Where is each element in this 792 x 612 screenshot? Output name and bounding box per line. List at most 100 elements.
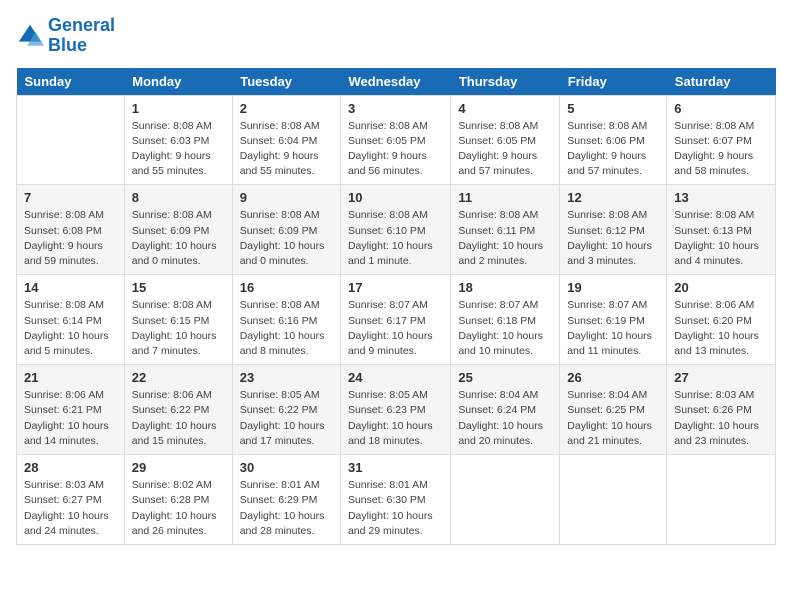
day-info: Sunrise: 8:03 AMSunset: 6:27 PMDaylight:… bbox=[24, 478, 117, 539]
day-number: 15 bbox=[132, 280, 225, 295]
calendar-cell: 5Sunrise: 8:08 AMSunset: 6:06 PMDaylight… bbox=[560, 95, 667, 185]
day-number: 17 bbox=[348, 280, 443, 295]
day-info: Sunrise: 8:05 AMSunset: 6:22 PMDaylight:… bbox=[240, 388, 333, 449]
calendar-cell: 7 Sunrise: 8:08 AMSunset: 6:08 PMDaylight… bbox=[17, 185, 125, 275]
calendar-table: SundayMondayTuesdayWednesdayThursdayFrid… bbox=[16, 68, 776, 545]
day-number: 20 bbox=[674, 280, 768, 295]
weekday-header: Wednesday bbox=[340, 68, 450, 96]
day-number: 7 bbox=[24, 190, 117, 205]
day-info: Sunrise: 8:08 AMSunset: 6:05 PMDaylight:… bbox=[348, 119, 443, 180]
calendar-cell: 27Sunrise: 8:03 AMSunset: 6:26 PMDayligh… bbox=[667, 365, 776, 455]
logo: General Blue bbox=[16, 16, 115, 56]
calendar-cell: 14Sunrise: 8:08 AMSunset: 6:14 PMDayligh… bbox=[17, 275, 125, 365]
calendar-cell: 28 Sunrise: 8:03 AMSunset: 6:27 PMDayligh… bbox=[17, 455, 125, 545]
calendar-cell bbox=[560, 455, 667, 545]
calendar-cell: 31 Sunrise: 8:01 AMSunset: 6:30 PMDayligh… bbox=[340, 455, 450, 545]
day-info: Sunrise: 8:08 AMSunset: 6:14 PMDaylight:… bbox=[24, 298, 117, 359]
day-info: Sunrise: 8:02 AMSunset: 6:28 PMDaylight:… bbox=[132, 478, 225, 539]
day-number: 28 bbox=[24, 460, 117, 475]
day-info: Sunrise: 8:07 AMSunset: 6:19 PMDaylight:… bbox=[567, 298, 659, 359]
day-number: 23 bbox=[240, 370, 333, 385]
day-info: Sunrise: 8:01 AMSunset: 6:30 PMDaylight:… bbox=[348, 478, 443, 539]
calendar-cell: 8 Sunrise: 8:08 AMSunset: 6:09 PMDaylight… bbox=[124, 185, 232, 275]
calendar-cell: 22 Sunrise: 8:06 AMSunset: 6:22 PMDayligh… bbox=[124, 365, 232, 455]
calendar-cell: 11Sunrise: 8:08 AMSunset: 6:11 PMDayligh… bbox=[451, 185, 560, 275]
day-number: 6 bbox=[674, 101, 768, 116]
calendar-cell: 4 Sunrise: 8:08 AMSunset: 6:05 PMDaylight… bbox=[451, 95, 560, 185]
calendar-cell bbox=[667, 455, 776, 545]
day-number: 31 bbox=[348, 460, 443, 475]
day-info: Sunrise: 8:08 AMSunset: 6:09 PMDaylight:… bbox=[240, 208, 333, 269]
day-info: Sunrise: 8:08 AMSunset: 6:12 PMDaylight:… bbox=[567, 208, 659, 269]
day-info: Sunrise: 8:03 AMSunset: 6:26 PMDaylight:… bbox=[674, 388, 768, 449]
header-row: SundayMondayTuesdayWednesdayThursdayFrid… bbox=[17, 68, 776, 96]
day-info: Sunrise: 8:01 AMSunset: 6:29 PMDaylight:… bbox=[240, 478, 333, 539]
calendar-cell: 23 Sunrise: 8:05 AMSunset: 6:22 PMDayligh… bbox=[232, 365, 340, 455]
day-number: 2 bbox=[240, 101, 333, 116]
calendar-cell: 30Sunrise: 8:01 AMSunset: 6:29 PMDayligh… bbox=[232, 455, 340, 545]
day-number: 22 bbox=[132, 370, 225, 385]
weekday-header: Monday bbox=[124, 68, 232, 96]
calendar-week-row: 28 Sunrise: 8:03 AMSunset: 6:27 PMDayligh… bbox=[17, 455, 776, 545]
day-info: Sunrise: 8:08 AMSunset: 6:15 PMDaylight:… bbox=[132, 298, 225, 359]
day-info: Sunrise: 8:08 AMSunset: 6:09 PMDaylight:… bbox=[132, 208, 225, 269]
weekday-header: Tuesday bbox=[232, 68, 340, 96]
calendar-cell: 3 Sunrise: 8:08 AMSunset: 6:05 PMDaylight… bbox=[340, 95, 450, 185]
logo-icon bbox=[16, 22, 44, 50]
day-number: 8 bbox=[132, 190, 225, 205]
calendar-cell: 20 Sunrise: 8:06 AMSunset: 6:20 PMDayligh… bbox=[667, 275, 776, 365]
day-number: 19 bbox=[567, 280, 659, 295]
day-info: Sunrise: 8:08 AMSunset: 6:08 PMDaylight:… bbox=[24, 208, 117, 269]
day-number: 26 bbox=[567, 370, 659, 385]
day-info: Sunrise: 8:07 AMSunset: 6:18 PMDaylight:… bbox=[458, 298, 552, 359]
logo-text: General Blue bbox=[48, 16, 115, 56]
day-number: 4 bbox=[458, 101, 552, 116]
calendar-cell: 24Sunrise: 8:05 AMSunset: 6:23 PMDayligh… bbox=[340, 365, 450, 455]
calendar-cell: 9Sunrise: 8:08 AMSunset: 6:09 PMDaylight… bbox=[232, 185, 340, 275]
day-number: 18 bbox=[458, 280, 552, 295]
calendar-week-row: 21Sunrise: 8:06 AMSunset: 6:21 PMDayligh… bbox=[17, 365, 776, 455]
calendar-week-row: 14Sunrise: 8:08 AMSunset: 6:14 PMDayligh… bbox=[17, 275, 776, 365]
calendar-cell: 19 Sunrise: 8:07 AMSunset: 6:19 PMDayligh… bbox=[560, 275, 667, 365]
calendar-cell bbox=[451, 455, 560, 545]
weekday-header: Saturday bbox=[667, 68, 776, 96]
calendar-cell: 1Sunrise: 8:08 AMSunset: 6:03 PMDaylight… bbox=[124, 95, 232, 185]
day-number: 29 bbox=[132, 460, 225, 475]
day-number: 16 bbox=[240, 280, 333, 295]
calendar-header: SundayMondayTuesdayWednesdayThursdayFrid… bbox=[17, 68, 776, 96]
calendar-cell bbox=[17, 95, 125, 185]
day-number: 25 bbox=[458, 370, 552, 385]
calendar-cell: 26Sunrise: 8:04 AMSunset: 6:25 PMDayligh… bbox=[560, 365, 667, 455]
day-number: 13 bbox=[674, 190, 768, 205]
calendar-cell: 10 Sunrise: 8:08 AMSunset: 6:10 PMDayligh… bbox=[340, 185, 450, 275]
calendar-cell: 2Sunrise: 8:08 AMSunset: 6:04 PMDaylight… bbox=[232, 95, 340, 185]
calendar-cell: 17 Sunrise: 8:07 AMSunset: 6:17 PMDayligh… bbox=[340, 275, 450, 365]
day-number: 3 bbox=[348, 101, 443, 116]
day-info: Sunrise: 8:08 AMSunset: 6:05 PMDaylight:… bbox=[458, 119, 552, 180]
day-info: Sunrise: 8:08 AMSunset: 6:10 PMDaylight:… bbox=[348, 208, 443, 269]
calendar-cell: 29 Sunrise: 8:02 AMSunset: 6:28 PMDayligh… bbox=[124, 455, 232, 545]
calendar-cell: 16Sunrise: 8:08 AMSunset: 6:16 PMDayligh… bbox=[232, 275, 340, 365]
day-info: Sunrise: 8:08 AMSunset: 6:03 PMDaylight:… bbox=[132, 119, 225, 180]
day-info: Sunrise: 8:07 AMSunset: 6:17 PMDaylight:… bbox=[348, 298, 443, 359]
day-info: Sunrise: 8:08 AMSunset: 6:07 PMDaylight:… bbox=[674, 119, 768, 180]
calendar-week-row: 1Sunrise: 8:08 AMSunset: 6:03 PMDaylight… bbox=[17, 95, 776, 185]
calendar-cell: 6 Sunrise: 8:08 AMSunset: 6:07 PMDaylight… bbox=[667, 95, 776, 185]
calendar-cell: 15 Sunrise: 8:08 AMSunset: 6:15 PMDayligh… bbox=[124, 275, 232, 365]
day-info: Sunrise: 8:08 AMSunset: 6:06 PMDaylight:… bbox=[567, 119, 659, 180]
day-info: Sunrise: 8:06 AMSunset: 6:20 PMDaylight:… bbox=[674, 298, 768, 359]
day-info: Sunrise: 8:06 AMSunset: 6:22 PMDaylight:… bbox=[132, 388, 225, 449]
weekday-header: Friday bbox=[560, 68, 667, 96]
calendar-cell: 25 Sunrise: 8:04 AMSunset: 6:24 PMDayligh… bbox=[451, 365, 560, 455]
calendar-body: 1Sunrise: 8:08 AMSunset: 6:03 PMDaylight… bbox=[17, 95, 776, 544]
day-number: 11 bbox=[458, 190, 552, 205]
day-info: Sunrise: 8:08 AMSunset: 6:13 PMDaylight:… bbox=[674, 208, 768, 269]
weekday-header: Sunday bbox=[17, 68, 125, 96]
weekday-header: Thursday bbox=[451, 68, 560, 96]
calendar-cell: 18 Sunrise: 8:07 AMSunset: 6:18 PMDayligh… bbox=[451, 275, 560, 365]
calendar-cell: 21Sunrise: 8:06 AMSunset: 6:21 PMDayligh… bbox=[17, 365, 125, 455]
day-info: Sunrise: 8:05 AMSunset: 6:23 PMDaylight:… bbox=[348, 388, 443, 449]
calendar-cell: 12Sunrise: 8:08 AMSunset: 6:12 PMDayligh… bbox=[560, 185, 667, 275]
day-info: Sunrise: 8:04 AMSunset: 6:24 PMDaylight:… bbox=[458, 388, 552, 449]
day-number: 10 bbox=[348, 190, 443, 205]
